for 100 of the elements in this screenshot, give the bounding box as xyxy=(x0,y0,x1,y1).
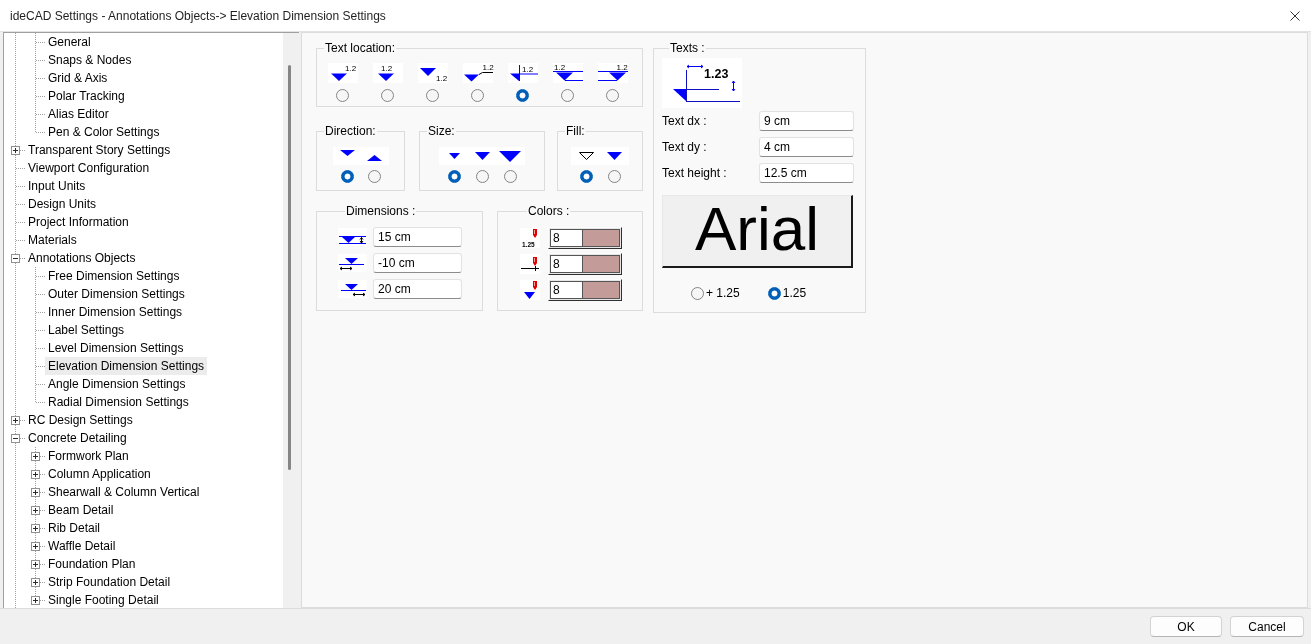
radio-button[interactable] xyxy=(516,89,529,102)
sample-value: 1.2 xyxy=(616,62,628,72)
tree-item[interactable]: General xyxy=(45,34,94,50)
group-label: Size: xyxy=(427,124,456,138)
sample-value: 1.2 xyxy=(344,63,356,73)
tree-item[interactable]: Rib Detail xyxy=(45,520,104,536)
elevation-offset-icon xyxy=(338,254,367,272)
tree-item[interactable]: Concrete Detailing xyxy=(25,430,130,446)
scrollbar-thumb[interactable] xyxy=(288,65,291,470)
reference-line xyxy=(597,80,617,81)
tree-item[interactable]: Foundation Plan xyxy=(45,556,139,572)
expand-icon[interactable] xyxy=(31,577,40,587)
radio-button[interactable] xyxy=(381,89,394,102)
radio-button[interactable] xyxy=(767,286,781,300)
triangle-icon xyxy=(555,72,573,81)
tree-item[interactable]: Column Application xyxy=(45,466,154,482)
tree-item[interactable]: Project Information xyxy=(25,214,132,230)
text-field[interactable]: 9 cm xyxy=(759,111,854,131)
font-button[interactable]: Arial xyxy=(662,195,853,268)
dialog-button[interactable]: OK xyxy=(1150,616,1222,637)
tree-item[interactable]: Polar Tracking xyxy=(45,88,128,104)
dimension-field[interactable]: 15 cm xyxy=(373,227,462,247)
expand-icon[interactable] xyxy=(31,523,40,533)
radio-button[interactable] xyxy=(471,89,484,102)
expand-icon[interactable] xyxy=(11,145,20,155)
elevation-offset-icon xyxy=(338,228,367,246)
radio-button[interactable] xyxy=(606,89,619,102)
collapse-icon[interactable] xyxy=(11,433,20,443)
text-field[interactable]: 4 cm xyxy=(759,137,854,157)
scrollbar[interactable] xyxy=(283,33,299,608)
tree-item[interactable]: Single Footing Detail xyxy=(45,592,162,608)
tree-item[interactable]: Waffle Detail xyxy=(45,538,119,554)
sample-value: 1.2 xyxy=(553,62,565,72)
extension-line xyxy=(686,69,687,103)
radio-button[interactable] xyxy=(607,170,621,183)
radio-button[interactable] xyxy=(503,170,517,183)
radio-button[interactable] xyxy=(561,89,574,102)
tree-item[interactable]: Radial Dimension Settings xyxy=(45,394,192,410)
radio-label[interactable]: 1.25 xyxy=(782,286,807,300)
radio-button[interactable] xyxy=(340,170,354,183)
radio-button[interactable] xyxy=(475,170,489,183)
tree-item[interactable]: Free Dimension Settings xyxy=(45,268,183,284)
triangle-icon xyxy=(606,152,622,160)
tree-item[interactable]: Level Dimension Settings xyxy=(45,340,187,356)
color-picker[interactable]: 8 xyxy=(548,253,622,275)
triangle-icon xyxy=(499,150,521,162)
collapse-icon[interactable] xyxy=(11,253,20,263)
expand-icon[interactable] xyxy=(31,469,40,479)
field-label: Text height : xyxy=(662,166,727,180)
tree-item[interactable]: Grid & Axis xyxy=(45,70,111,86)
group-label: Fill: xyxy=(565,124,586,138)
radio-label[interactable]: + 1.25 xyxy=(706,286,740,300)
expand-icon[interactable] xyxy=(31,451,40,461)
radio-button[interactable] xyxy=(367,170,381,183)
expand-icon[interactable] xyxy=(31,595,40,605)
tree-item[interactable]: Strip Foundation Detail xyxy=(45,574,174,590)
sample-value: 1.23 xyxy=(704,67,729,81)
color-picker[interactable]: 8 xyxy=(548,227,622,249)
triangle-icon xyxy=(608,72,626,81)
tree-item[interactable]: Viewport Configuration xyxy=(25,160,153,176)
sample-value: 1.2 xyxy=(435,74,447,83)
triangle-icon xyxy=(509,73,520,81)
color-picker[interactable]: 8 xyxy=(548,279,622,301)
tree-item[interactable]: Materials xyxy=(25,232,80,248)
sample-value: 1.2 xyxy=(521,65,533,74)
group-label: Texts : xyxy=(669,41,706,55)
tree-item[interactable]: Transparent Story Settings xyxy=(25,142,174,158)
expand-icon[interactable] xyxy=(31,487,40,497)
tree-item[interactable]: Pen & Color Settings xyxy=(45,124,163,140)
close-icon[interactable] xyxy=(1290,10,1300,21)
tree-item[interactable]: Alias Editor xyxy=(45,106,112,122)
text-field[interactable]: 12.5 cm xyxy=(759,163,854,183)
tree-item[interactable]: Formwork Plan xyxy=(45,448,132,464)
tree-item[interactable]: Label Settings xyxy=(45,322,128,338)
radio-button[interactable] xyxy=(691,286,704,300)
triangle-icon xyxy=(463,74,479,82)
dimension-field[interactable]: 20 cm xyxy=(373,279,462,299)
tree-item[interactable]: Angle Dimension Settings xyxy=(45,376,189,392)
tree-item[interactable]: RC Design Settings xyxy=(25,412,136,428)
tree-item[interactable]: Input Units xyxy=(25,178,89,194)
tree-item[interactable]: Elevation Dimension Settings xyxy=(45,357,208,375)
tree-item[interactable]: Snaps & Nodes xyxy=(45,52,135,68)
dimension-field[interactable]: -10 cm xyxy=(373,253,462,273)
tree-item[interactable]: Shearwall & Column Vertical xyxy=(45,484,203,500)
expand-icon[interactable] xyxy=(31,541,40,551)
tree-item[interactable]: Outer Dimension Settings xyxy=(45,286,188,302)
dimension-arrow xyxy=(686,64,704,69)
expand-icon[interactable] xyxy=(31,505,40,515)
tree-item[interactable]: Beam Detail xyxy=(45,502,117,518)
sample-value: 1.2 xyxy=(482,63,494,73)
radio-button[interactable] xyxy=(426,89,439,102)
expand-icon[interactable] xyxy=(31,559,40,569)
tree-item[interactable]: Design Units xyxy=(25,196,100,212)
tree-item[interactable]: Annotations Objects xyxy=(25,250,139,266)
expand-icon[interactable] xyxy=(11,415,20,425)
radio-button[interactable] xyxy=(447,170,461,183)
dialog-button[interactable]: Cancel xyxy=(1230,616,1304,637)
radio-button[interactable] xyxy=(579,170,593,183)
tree-item[interactable]: Inner Dimension Settings xyxy=(45,304,186,320)
radio-button[interactable] xyxy=(336,89,349,102)
